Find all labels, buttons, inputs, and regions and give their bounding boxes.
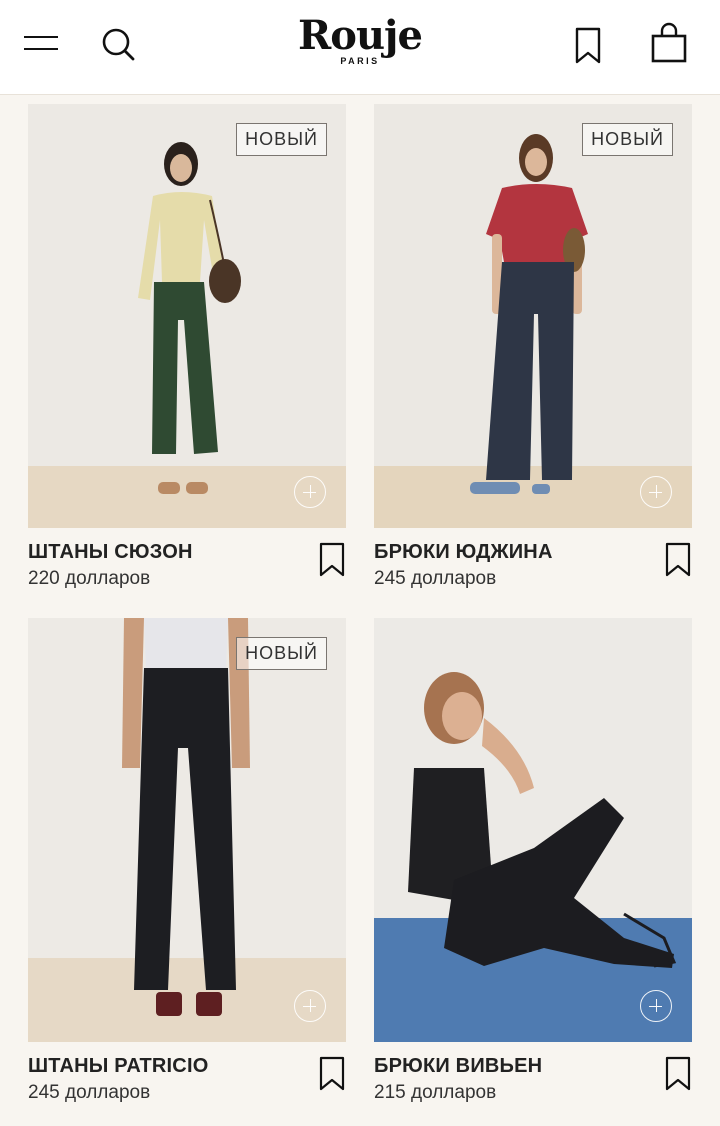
quick-add-icon[interactable] [640,990,672,1022]
top-header: Rouje PARIS [0,0,720,95]
product-card[interactable]: НОВЫЙ ШТАНЫ PATRICIO 245 долларов [28,618,346,1103]
product-price: 220 долларов [28,568,151,589]
product-photo[interactable]: НОВЫЙ [28,618,346,1042]
bookmark-icon[interactable] [318,542,346,578]
product-price: 245 долларов [374,568,497,589]
product-name[interactable]: ШТАНЫ PATRICIO [28,1055,208,1078]
product-card[interactable]: НОВЫЙ БРЮКИ ЮДЖИНА 245 долларов [374,104,692,589]
bookmark-icon[interactable] [664,542,692,578]
product-photo[interactable]: НОВЫЙ [28,104,346,528]
bookmark-icon[interactable] [318,1056,346,1092]
logo-subtitle: PARIS [340,56,380,66]
product-card[interactable]: НОВЫЙ ШТАНЫ СЮЗОН 220 долларов [28,104,346,589]
product-image [374,618,692,1042]
product-name[interactable]: ШТАНЫ СЮЗОН [28,541,193,564]
product-image [28,618,346,1042]
product-photo[interactable] [374,618,692,1042]
brand-logo[interactable]: Rouje PARIS [0,12,720,67]
quick-add-icon[interactable] [294,990,326,1022]
product-name[interactable]: БРЮКИ ВИВЬЕН [374,1055,542,1078]
shopping-bag-icon[interactable] [650,22,688,64]
product-price: 245 долларов [28,1082,151,1103]
product-photo[interactable]: НОВЫЙ [374,104,692,528]
bookmark-icon[interactable] [574,27,602,65]
quick-add-icon[interactable] [294,476,326,508]
product-image [28,104,346,528]
new-badge: НОВЫЙ [236,123,327,156]
bookmark-icon[interactable] [664,1056,692,1092]
product-card[interactable]: БРЮКИ ВИВЬЕН 215 долларов [374,618,692,1103]
product-name[interactable]: БРЮКИ ЮДЖИНА [374,541,553,564]
new-badge: НОВЫЙ [236,637,327,670]
product-image [374,104,692,528]
logo-wordmark: Rouje [298,12,423,59]
quick-add-icon[interactable] [640,476,672,508]
new-badge: НОВЫЙ [582,123,673,156]
product-price: 215 долларов [374,1082,497,1103]
